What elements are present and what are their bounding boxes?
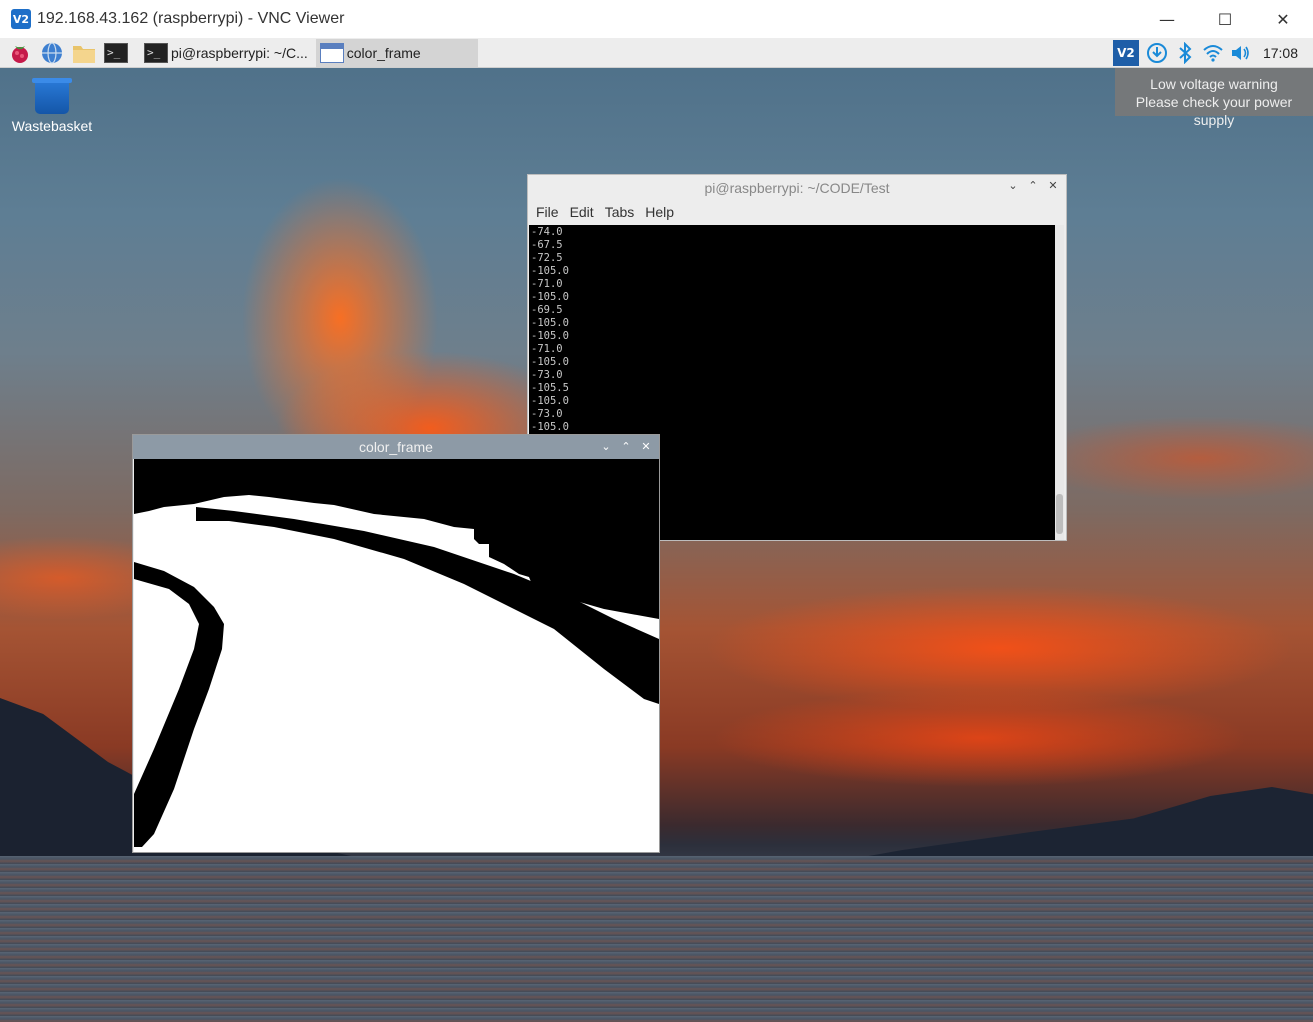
terminal-line: -73.0 [531,369,563,381]
terminal-line: -105.0 [531,356,569,368]
color-frame-titlebar[interactable]: color_frame ⌄ ⌃ ✕ [133,435,659,459]
vnc-window-title: 192.168.43.162 (raspberrypi) - VNC Viewe… [37,10,345,27]
terminal-title: pi@raspberrypi: ~/CODE/Test [704,180,890,196]
minimize-window-button[interactable]: ⌄ [599,440,613,453]
tooltip-message: Please check your power supply [1135,94,1293,128]
terminal-line: -105.0 [531,330,569,342]
minimize-button[interactable]: — [1138,0,1196,38]
maximize-window-button[interactable]: ⌃ [619,440,633,453]
color-frame-window[interactable]: color_frame ⌄ ⌃ ✕ [132,434,660,853]
terminal-line: -105.0 [531,265,569,277]
terminal-line: -73.0 [531,408,563,420]
menu-help[interactable]: Help [645,204,674,220]
menu-tabs[interactable]: Tabs [605,204,635,220]
binary-mask-image [134,459,659,852]
close-window-button[interactable]: ✕ [639,440,653,453]
wifi-icon[interactable] [1199,39,1227,67]
minimize-window-button[interactable]: ⌄ [1006,179,1020,192]
terminal-line: -71.0 [531,278,563,290]
update-download-icon[interactable] [1143,39,1171,67]
terminal-line: -105.0 [531,421,569,433]
terminal-line: -71.0 [531,343,563,355]
terminal-launcher-icon[interactable]: >_ [102,39,130,67]
menu-file[interactable]: File [536,204,559,220]
trash-icon [32,78,72,114]
tooltip-title: Low voltage warning [1150,76,1278,92]
taskbar: >_ >_ pi@raspberrypi: ~/C... color_frame… [0,38,1313,68]
scrollbar-thumb[interactable] [1056,494,1063,534]
terminal-icon: >_ [144,42,168,63]
system-tray: V2 17:08 [1112,38,1313,68]
close-window-button[interactable]: ✕ [1046,179,1060,192]
mountain-silhouette-right [800,787,1313,868]
bluetooth-icon[interactable] [1171,39,1199,67]
terminal-line: -105.0 [531,395,569,407]
raspberry-menu-icon[interactable] [6,39,34,67]
terminal-line: -105.0 [531,291,569,303]
menu-edit[interactable]: Edit [570,204,594,220]
volume-icon[interactable] [1227,39,1255,67]
wastebasket-desktop-icon[interactable]: Wastebasket [10,78,94,134]
terminal-line: -105.0 [531,317,569,329]
maximize-button[interactable]: ☐ [1196,0,1254,38]
terminal-line: -72.5 [531,252,563,264]
terminal-menubar: File Edit Tabs Help [528,201,1066,223]
terminal-titlebar[interactable]: pi@raspberrypi: ~/CODE/Test ⌄ ⌃ ✕ [528,175,1066,201]
terminal-line: -74.0 [531,226,563,238]
clock[interactable]: 17:08 [1263,45,1298,61]
window-icon [319,42,344,63]
taskbar-task-color-frame[interactable]: color_frame [315,38,478,67]
wastebasket-label: Wastebasket [11,118,93,134]
sea [0,856,1313,1022]
vnc-titlebar: V2 192.168.43.162 (raspberrypi) - VNC Vi… [0,0,1313,38]
file-manager-icon[interactable] [70,39,98,67]
terminal-scrollbar[interactable] [1055,225,1064,540]
close-button[interactable]: ✕ [1254,0,1312,38]
color-frame-title: color_frame [359,439,433,455]
vnc-server-icon[interactable]: V2 [1112,40,1139,66]
terminal-line: -67.5 [531,239,563,251]
web-browser-icon[interactable] [38,39,66,67]
taskbar-task-terminal[interactable]: >_ pi@raspberrypi: ~/C... [140,39,312,67]
terminal-line: -69.5 [531,304,563,316]
terminal-line: -105.5 [531,382,569,394]
low-voltage-tooltip: Low voltage warning Please check your po… [1115,68,1313,128]
vnc-logo-icon: V2 [11,9,31,29]
maximize-window-button[interactable]: ⌃ [1026,179,1040,192]
